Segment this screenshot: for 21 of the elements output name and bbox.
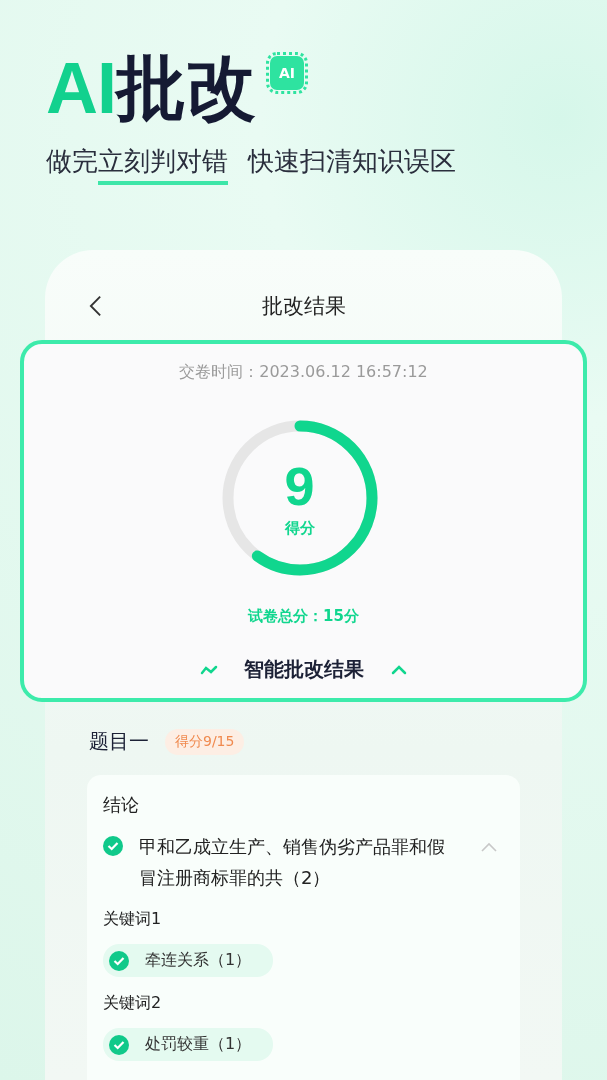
headline-title: 批改 <box>116 53 256 123</box>
peak-icon <box>389 663 408 676</box>
score-label: 得分 <box>284 518 315 538</box>
total-score: 试卷总分：15分 <box>248 607 359 626</box>
subtitle-highlight: 立刻判对错 <box>98 144 228 185</box>
answer-text: 甲和乙成立生产、销售伪劣产品罪和假冒注册商标罪的共（2） <box>139 835 446 890</box>
question-title: 题目一 <box>89 728 149 755</box>
score-badge: 得分9/15 <box>165 728 245 755</box>
group-label: 结论 <box>103 793 140 817</box>
keyword-text: 处罚较重（1） <box>145 1034 252 1055</box>
subtitle-text: 快速扫清知识误区 <box>248 145 456 178</box>
zigzag-icon <box>199 663 218 676</box>
group-label: 关键词1 <box>103 909 163 930</box>
back-icon[interactable] <box>89 294 102 318</box>
group-label: 关键词2 <box>103 993 163 1014</box>
section-title: 智能批改结果 <box>243 656 364 683</box>
submit-time: 交卷时间：2023.06.12 16:57:12 <box>179 362 428 383</box>
subtitle-text: 做完 <box>46 145 98 178</box>
score-value: 9 <box>284 458 315 513</box>
page-title: 批改结果 <box>261 293 346 320</box>
keyword-text: 牵连关系（1） <box>145 950 252 971</box>
